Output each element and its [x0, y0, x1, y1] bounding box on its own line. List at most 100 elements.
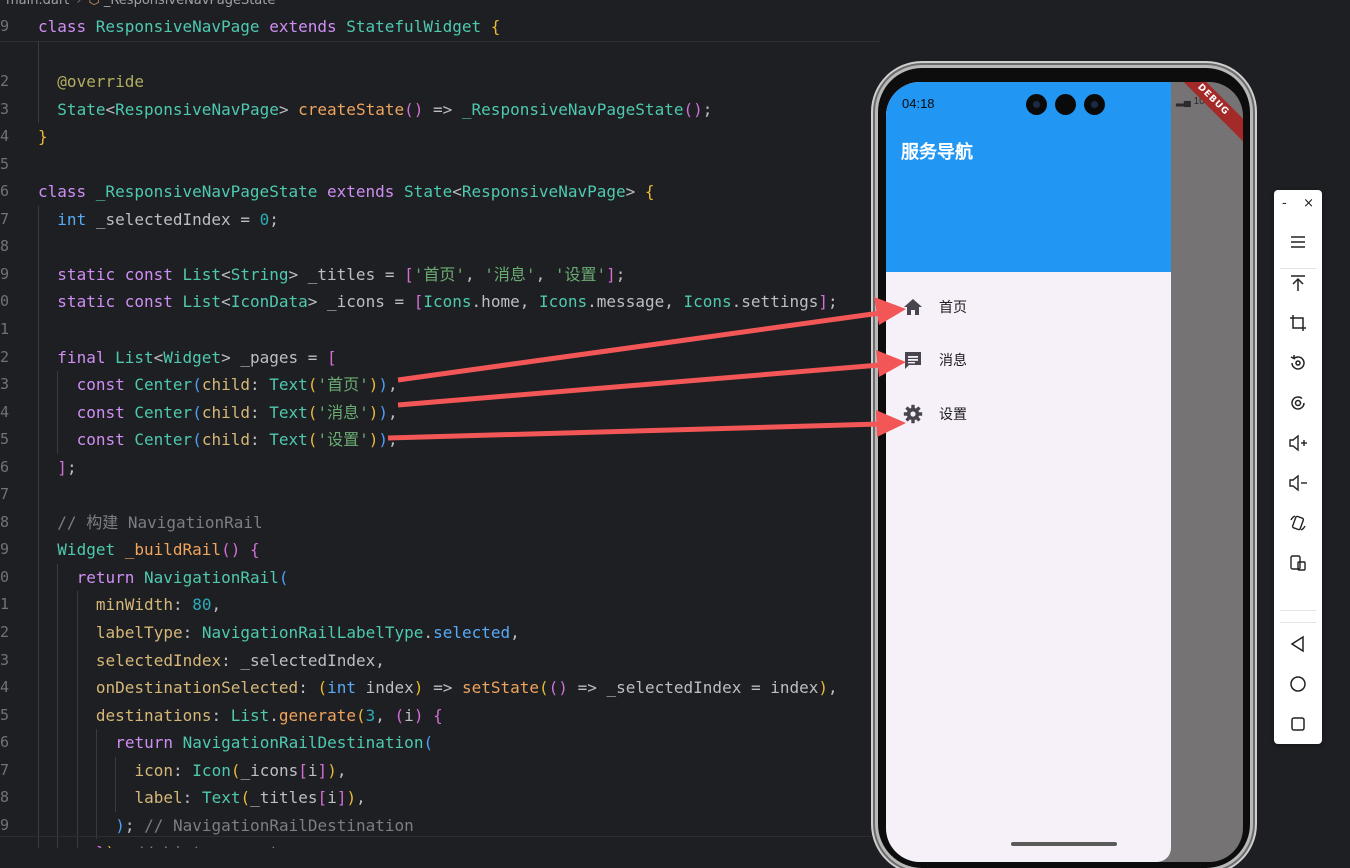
code-token: ()	[404, 99, 424, 119]
rotate-button[interactable]	[1286, 351, 1310, 375]
gesture-bar[interactable]	[1011, 842, 1117, 846]
code-token: )	[818, 678, 829, 698]
code-token: (	[192, 375, 202, 395]
code-line[interactable]: 6];	[0, 453, 880, 482]
file-breadcrumb[interactable]: main.dart	[6, 0, 69, 8]
code-token: )	[413, 678, 424, 698]
symbol-breadcrumb[interactable]: _ResponsiveNavPageState	[104, 0, 276, 8]
drawer-item-settings[interactable]: 设置	[886, 391, 1171, 437]
code-text: const Center(child: Text('消息')),	[77, 399, 398, 427]
screenshot-button[interactable]	[1286, 391, 1310, 415]
code-line[interactable]: 0 return NavigationRail(	[0, 563, 880, 592]
settings-icon	[902, 403, 924, 425]
line-number: 5	[0, 705, 9, 724]
code-editor[interactable]: 9 class ResponsiveNavPage extends Statefu…	[0, 13, 880, 848]
status-time: 04:18	[902, 96, 935, 111]
code-text: int _selectedIndex = 0;	[57, 206, 279, 234]
code-line[interactable]: 8	[0, 233, 880, 261]
indent-guide	[57, 563, 59, 592]
code-line[interactable]: 7	[0, 481, 880, 509]
code-line[interactable]: 9 static const List<String> _titles = ['首…	[0, 260, 880, 289]
code-token: ,	[388, 402, 398, 422]
code-line[interactable]: 5 destinations: List.generate(3, (i) {	[0, 701, 880, 730]
camera-lens-icon	[1084, 94, 1105, 115]
code-line[interactable]: }), // List.generate	[0, 839, 880, 848]
code-token: [	[404, 264, 414, 284]
minimize-button[interactable]: -	[1282, 196, 1287, 214]
code-line[interactable]: 0 static const List<IconData> _icons = [I…	[0, 288, 880, 317]
indent-guide	[76, 839, 78, 848]
code-token: _buildRail	[124, 540, 222, 560]
code-token: ;	[66, 457, 77, 477]
overview-button[interactable]	[1286, 712, 1310, 736]
code-token: List	[230, 705, 270, 725]
line-number: 3	[0, 650, 9, 669]
code-token: :	[250, 430, 270, 450]
code-line[interactable]: 5	[0, 151, 880, 179]
code-text: destinations: List.generate(3, (i) {	[96, 702, 443, 730]
code-line[interactable]: 1 minWidth: 80,	[0, 591, 880, 620]
code-line[interactable]: 1	[0, 316, 880, 344]
code-line[interactable]: 3 const Center(child: Text('首页')),	[0, 371, 880, 399]
drawer-item-label: 首页	[939, 300, 967, 316]
indent-guide	[38, 756, 39, 785]
indent-guide	[76, 646, 78, 675]
code-token: ()	[683, 99, 703, 119]
phone-screen[interactable]: ▂▄ 100 DEBUG 04:18 服务导航 首页 消息 设置	[886, 82, 1243, 862]
code-line[interactable]: 8 // 构建 NavigationRail	[0, 508, 880, 537]
code-token: child	[201, 430, 250, 450]
home-button[interactable]	[1286, 672, 1310, 696]
code-line[interactable]: 3 State<ResponsiveNavPage> createState() …	[0, 95, 880, 124]
code-line[interactable]: 2 @override	[0, 68, 880, 96]
code-line[interactable]: 6 class _ResponsiveNavPageState extends S…	[0, 178, 880, 206]
code-line[interactable]: 7 icon: Icon(_icons[i]),	[0, 756, 880, 785]
toolbar-divider	[1280, 622, 1316, 623]
screenshot-icon	[1291, 396, 1305, 410]
code-token: :	[182, 788, 202, 808]
code-line[interactable]: 4}	[0, 123, 880, 151]
indent-guide	[76, 591, 78, 620]
close-button[interactable]: ×	[1303, 196, 1314, 214]
code-line[interactable]: 5 const Center(child: Text('设置')),	[0, 426, 880, 454]
home-circle-icon	[1290, 676, 1306, 692]
code-line[interactable]: 7 int _selectedIndex = 0;	[0, 205, 880, 234]
pin-top-button[interactable]	[1286, 271, 1310, 295]
code-line[interactable]: 2 final List<Widget> _pages = [	[0, 343, 880, 372]
code-line[interactable]: 2 labelType: NavigationRailLabelType.sele…	[0, 619, 880, 647]
line-number: 6	[0, 457, 9, 476]
line-number: 1	[0, 595, 9, 614]
drawer-item-home[interactable]: 首页	[886, 284, 1171, 330]
code-line[interactable]: 3 selectedIndex: _selectedIndex,	[0, 646, 880, 675]
rotate-device-button[interactable]	[1286, 511, 1310, 535]
menu-icon	[1291, 236, 1305, 248]
code-token: > _titles =	[288, 264, 405, 284]
code-token: NavigationRailLabelType	[201, 623, 424, 643]
indent-guide	[57, 674, 59, 702]
code-line[interactable]: 4 const Center(child: Text('消息')),	[0, 398, 880, 427]
volume-up-button[interactable]	[1286, 431, 1310, 455]
code-token: Center	[134, 402, 193, 422]
code-line[interactable]: 4 onDestinationSelected: (int index) => s…	[0, 674, 880, 702]
multi-device-button[interactable]	[1286, 551, 1310, 575]
line-number: 6	[0, 182, 9, 201]
indent-guide	[57, 729, 59, 757]
volume-down-button[interactable]	[1286, 471, 1310, 495]
code-line[interactable]	[0, 40, 880, 69]
indent-guide	[38, 646, 39, 675]
code-token: '消息'	[484, 264, 536, 284]
menu-button[interactable]	[1286, 230, 1310, 254]
camera-cutout	[1026, 94, 1105, 115]
code-token: NavigationRailDestination	[182, 733, 424, 753]
code-token: List	[115, 347, 154, 367]
code-line[interactable]: 9 class ResponsiveNavPage extends Statefu…	[0, 13, 880, 41]
code-token: (	[240, 788, 251, 808]
code-token: ;	[615, 264, 626, 284]
indent-guide	[38, 343, 39, 372]
back-button[interactable]	[1286, 632, 1310, 656]
code-line[interactable]: 6 return NavigationRailDestination(	[0, 729, 880, 757]
code-token: (	[307, 375, 318, 395]
code-line[interactable]: 8 label: Text(_titles[i]),	[0, 784, 880, 812]
crop-button[interactable]	[1286, 311, 1310, 335]
drawer-item-messages[interactable]: 消息	[886, 337, 1171, 383]
code-line[interactable]: 9 Widget _buildRail() {	[0, 536, 880, 564]
